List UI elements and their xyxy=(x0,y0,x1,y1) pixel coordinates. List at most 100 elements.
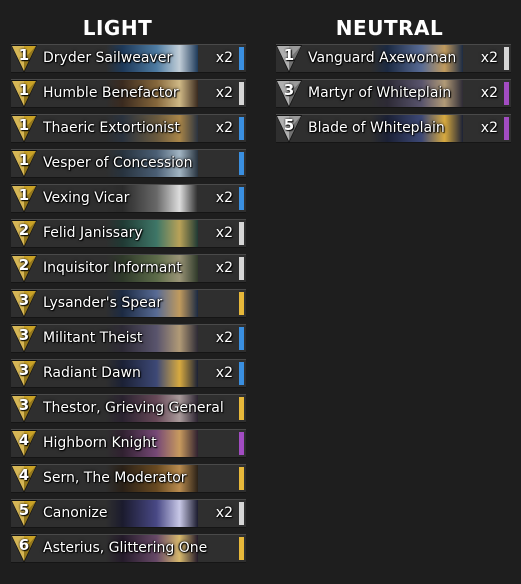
light-column-title: LIGHT xyxy=(82,16,153,40)
mana-cost-value: 2 xyxy=(18,256,30,274)
card-count: x2 xyxy=(480,50,498,66)
card-row[interactable]: 2 Inquisitor Informant x2 xyxy=(11,254,246,283)
rarity-bar xyxy=(239,362,244,385)
mana-cost: 3 xyxy=(11,324,37,354)
card-count: x2 xyxy=(215,260,233,276)
card-row[interactable]: 1 Vesper of Concession xyxy=(11,149,246,178)
card-name: Vanguard Axewoman xyxy=(308,50,457,66)
card-row[interactable]: 1 Dryder Sailweaver x2 xyxy=(11,44,246,73)
mana-cost-value: 1 xyxy=(283,46,295,64)
card-row[interactable]: 4 Highborn Knight xyxy=(11,429,246,458)
mana-cost-value: 1 xyxy=(18,81,30,99)
rarity-bar xyxy=(504,82,509,105)
card-name: Militant Theist xyxy=(43,330,143,346)
mana-cost: 3 xyxy=(11,394,37,424)
card-name: Sern, The Moderator xyxy=(43,470,187,486)
card-count: x2 xyxy=(215,120,233,136)
neutral-column: NEUTRAL 1 Vanguard Axewoman x2 3 Martyr of W… xyxy=(276,0,511,149)
rarity-bar xyxy=(239,187,244,210)
card-name: Thestor, Grieving General xyxy=(43,400,224,416)
rarity-bar xyxy=(239,82,244,105)
card-name: Inquisitor Informant xyxy=(43,260,182,276)
card-row[interactable]: 3 Lysander's Spear xyxy=(11,289,246,318)
card-count: x2 xyxy=(480,85,498,101)
mana-cost-value: 1 xyxy=(18,151,30,169)
mana-cost: 2 xyxy=(11,219,37,249)
card-row[interactable]: 1 Thaeric Extortionist x2 xyxy=(11,114,246,143)
card-name: Asterius, Glittering One xyxy=(43,540,208,556)
mana-cost: 3 xyxy=(276,79,302,109)
card-row[interactable]: 2 Felid Janissary x2 xyxy=(11,219,246,248)
mana-cost: 1 xyxy=(11,149,37,179)
card-name: Vexing Vicar xyxy=(43,190,130,206)
mana-cost: 4 xyxy=(11,429,37,459)
card-name: Dryder Sailweaver xyxy=(43,50,173,66)
card-row[interactable]: 3 Radiant Dawn x2 xyxy=(11,359,246,388)
rarity-bar xyxy=(239,397,244,420)
card-count: x2 xyxy=(215,330,233,346)
mana-cost-value: 3 xyxy=(283,81,295,99)
mana-cost-value: 3 xyxy=(18,291,30,309)
card-name: Canonize xyxy=(43,505,108,521)
mana-cost: 2 xyxy=(11,254,37,284)
card-row[interactable]: 4 Sern, The Moderator xyxy=(11,464,246,493)
mana-cost: 5 xyxy=(11,499,37,529)
rarity-bar xyxy=(504,47,509,70)
card-name: Humble Benefactor xyxy=(43,85,179,101)
mana-cost-value: 3 xyxy=(18,326,30,344)
card-name: Vesper of Concession xyxy=(43,155,193,171)
mana-cost-value: 3 xyxy=(18,361,30,379)
card-row[interactable]: 3 Militant Theist x2 xyxy=(11,324,246,353)
card-count: x2 xyxy=(215,50,233,66)
rarity-bar xyxy=(239,537,244,560)
card-count: x2 xyxy=(215,85,233,101)
mana-cost: 4 xyxy=(11,464,37,494)
rarity-bar xyxy=(239,257,244,280)
mana-cost-value: 5 xyxy=(283,116,295,134)
mana-cost-value: 4 xyxy=(18,466,30,484)
rarity-bar xyxy=(239,47,244,70)
card-name: Martyr of Whiteplain xyxy=(308,85,452,101)
card-count: x2 xyxy=(215,190,233,206)
card-row[interactable]: 3 Martyr of Whiteplain x2 xyxy=(276,79,511,108)
rarity-bar xyxy=(239,292,244,315)
mana-cost: 6 xyxy=(11,534,37,564)
card-name: Thaeric Extortionist xyxy=(43,120,180,136)
card-name: Blade of Whiteplain xyxy=(308,120,445,136)
mana-cost-value: 5 xyxy=(18,501,30,519)
card-row[interactable]: 3 Thestor, Grieving General xyxy=(11,394,246,423)
card-row[interactable]: 1 Vanguard Axewoman x2 xyxy=(276,44,511,73)
card-row[interactable]: 5 Blade of Whiteplain x2 xyxy=(276,114,511,143)
light-card-list: 1 Dryder Sailweaver x2 1 Humble Benefactor x2… xyxy=(11,44,246,563)
card-name: Radiant Dawn xyxy=(43,365,141,381)
rarity-bar xyxy=(239,467,244,490)
mana-cost-value: 1 xyxy=(18,46,30,64)
card-count: x2 xyxy=(215,225,233,241)
rarity-bar xyxy=(239,152,244,175)
neutral-card-list: 1 Vanguard Axewoman x2 3 Martyr of Whiteplai… xyxy=(276,44,511,143)
rarity-bar xyxy=(239,327,244,350)
mana-cost-value: 4 xyxy=(18,431,30,449)
mana-cost-value: 1 xyxy=(18,116,30,134)
mana-cost: 1 xyxy=(11,44,37,74)
light-column: LIGHT 1 Dryder Sailweaver x2 1 Humble Benefa… xyxy=(11,0,246,569)
mana-cost-value: 6 xyxy=(18,536,30,554)
rarity-bar xyxy=(239,222,244,245)
card-name: Lysander's Spear xyxy=(43,295,163,311)
card-row[interactable]: 1 Humble Benefactor x2 xyxy=(11,79,246,108)
rarity-bar xyxy=(239,117,244,140)
card-row[interactable]: 5 Canonize x2 xyxy=(11,499,246,528)
card-row[interactable]: 1 Vexing Vicar x2 xyxy=(11,184,246,213)
rarity-bar xyxy=(239,432,244,455)
mana-cost-value: 3 xyxy=(18,396,30,414)
card-count: x2 xyxy=(215,505,233,521)
mana-cost-value: 2 xyxy=(18,221,30,239)
card-count: x2 xyxy=(215,365,233,381)
mana-cost: 1 xyxy=(11,79,37,109)
card-name: Highborn Knight xyxy=(43,435,157,451)
rarity-bar xyxy=(504,117,509,140)
card-row[interactable]: 6 Asterius, Glittering One xyxy=(11,534,246,563)
mana-cost: 1 xyxy=(11,114,37,144)
mana-cost: 1 xyxy=(276,44,302,74)
mana-cost-value: 1 xyxy=(18,186,30,204)
